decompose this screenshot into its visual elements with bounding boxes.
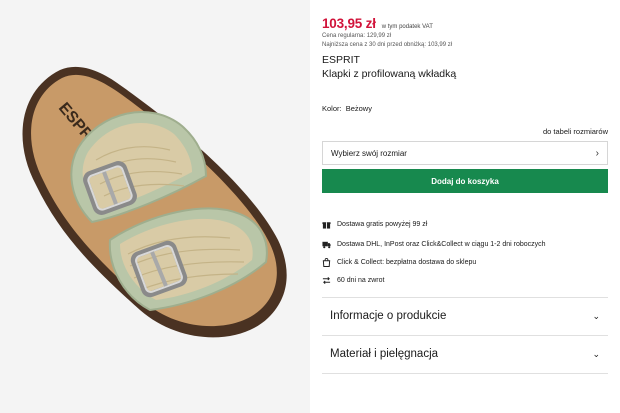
benefit-shipping: Dostawa DHL, InPost oraz Click&Collect w… (322, 240, 546, 249)
divider (322, 335, 608, 336)
product-title: Klapki z profilowaną wkładką (322, 68, 457, 80)
accordion-material-care[interactable]: Materiał i pielęgnacja ⌄ (322, 339, 608, 369)
color-row: Kolor: Beżowy (322, 104, 372, 113)
divider (322, 297, 608, 298)
add-to-cart-button[interactable]: Dodaj do koszyka (322, 169, 608, 193)
chevron-right-icon: › (595, 147, 599, 159)
gift-icon (322, 222, 331, 229)
current-price: 103,95 zł (322, 16, 376, 31)
size-chart-link[interactable]: do tabeli rozmiarów (543, 127, 608, 136)
divider (322, 373, 608, 374)
vat-note: w tym podatek VAT (381, 24, 433, 30)
benefit-free-delivery: Dostawa gratis powyżej 99 zł (322, 220, 427, 229)
benefit-text: 60 dni na zwrot (337, 277, 385, 284)
chevron-down-icon: ⌄ (592, 310, 600, 321)
benefit-text: Dostawa gratis powyżej 99 zł (337, 221, 428, 228)
truck-icon (322, 241, 331, 249)
regular-price-label: Cena regularna: (322, 33, 366, 39)
accordion-label: Materiał i pielęgnacja (330, 348, 439, 360)
lowest-price: 103,99 zł (427, 42, 453, 48)
accordion-label: Informacje o produkcie (330, 310, 447, 322)
sandal-illustration: ESPRIT (22, 66, 287, 338)
regular-price-line: Cena regularna: 129,99 zł (322, 33, 391, 39)
benefit-text: Click & Collect: bezpłatna dostawa do sk… (337, 259, 477, 266)
size-select-placeholder: Wybierz swój rozmiar (331, 148, 407, 158)
chevron-down-icon: ⌄ (592, 348, 600, 359)
accordion-product-info[interactable]: Informacje o produkcie ⌄ (322, 301, 608, 331)
lowest-price-label: Najniższa cena z 30 dni przed obniżką: (322, 42, 427, 48)
color-label: Kolor: (322, 104, 342, 113)
lowest-price-line: Najniższa cena z 30 dni przed obniżką: 1… (322, 42, 452, 48)
brand-name[interactable]: ESPRIT (322, 54, 360, 66)
benefit-click-collect: Click & Collect: bezpłatna dostawa do sk… (322, 258, 476, 267)
benefit-text: Dostawa DHL, InPost oraz Click&Collect w… (337, 241, 546, 248)
size-select[interactable]: Wybierz swój rozmiar › (322, 141, 608, 165)
benefit-returns: 60 dni na zwrot (322, 276, 384, 285)
price-row: 103,95 zł w tym podatek VAT (322, 16, 433, 31)
regular-price: 129,99 zł (366, 33, 392, 39)
return-arrows-icon (322, 276, 331, 285)
product-image[interactable]: ESPRIT (0, 0, 310, 413)
color-value: Beżowy (345, 104, 372, 113)
store-bag-icon (322, 258, 331, 267)
